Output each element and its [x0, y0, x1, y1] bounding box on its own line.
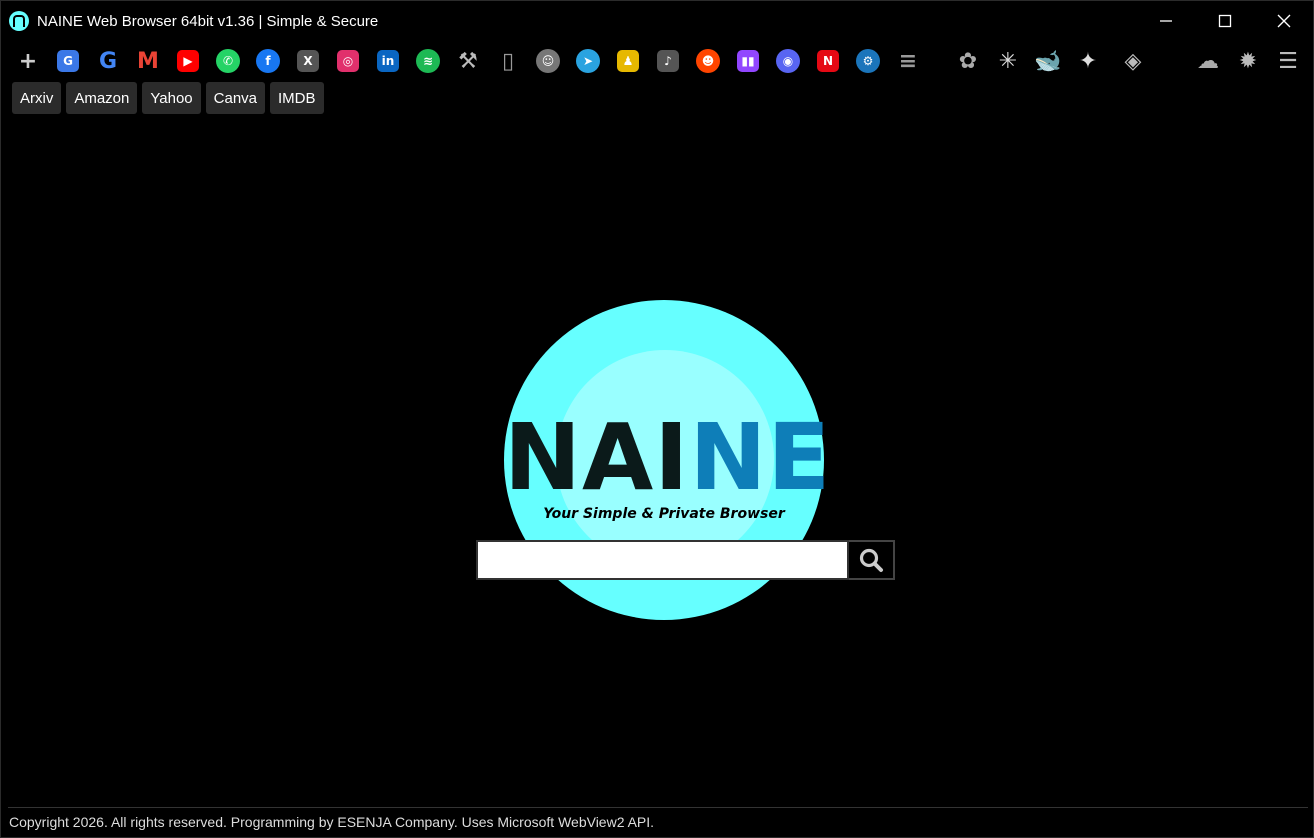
- menu-hamburger-icon[interactable]: ☰: [1274, 47, 1302, 75]
- steam-glyph: ⚙: [856, 49, 880, 73]
- copilot-glyph: ◈: [1124, 48, 1142, 74]
- shortcut-toolbar: + G G M ▶ ✆ f X ◎ in ≋ ⚒ ▯ ☺ ➤ ♟ ♪ ☻ ▮▮ ◉ N ⚙ ≡ ✿ ✳ 🐋 ✦ ◈ ☁ ✹ ☰: [9, 43, 1307, 81]
- minimize-icon: [1159, 20, 1172, 22]
- telegram-glyph: ➤: [576, 49, 600, 73]
- gemini-icon[interactable]: ✦: [1074, 47, 1102, 75]
- search-button[interactable]: [849, 540, 895, 580]
- spotify-icon[interactable]: ≋: [414, 47, 442, 75]
- title-bar: NAINE Web Browser 64bit v1.36 | Simple &…: [1, 1, 1313, 41]
- tools-hammer-icon[interactable]: ⚒: [454, 47, 482, 75]
- logo-word-dark: NAI: [504, 404, 690, 511]
- proxy-server-glyph: ≡: [898, 48, 918, 74]
- download-cloud-icon[interactable]: ☁: [1194, 47, 1222, 75]
- snapchat-glyph: ♟: [617, 50, 639, 72]
- logo-tagline: Your Simple & Private Browser: [543, 506, 785, 522]
- google-translate-glyph: G: [57, 50, 79, 72]
- add-tab-glyph: +: [18, 48, 38, 74]
- facebook-glyph: f: [256, 49, 280, 73]
- google-icon[interactable]: G: [94, 47, 122, 75]
- logo-wordmark: NAINE: [504, 412, 830, 504]
- mobile-phone-glyph: ▯: [501, 48, 515, 74]
- deepseek-glyph: 🐋: [1034, 48, 1062, 74]
- discord-glyph: ◉: [776, 49, 800, 73]
- bookmark-imdb[interactable]: IMDB: [270, 82, 324, 114]
- bookmarks-bar: Arxiv Amazon Yahoo Canva IMDB: [12, 82, 324, 114]
- linkedin-glyph: in: [377, 50, 399, 72]
- bookmark-arxiv[interactable]: Arxiv: [12, 82, 62, 114]
- facebook-icon[interactable]: f: [254, 47, 282, 75]
- whatsapp-glyph: ✆: [216, 49, 240, 73]
- claude-glyph: ✳: [998, 48, 1018, 74]
- tiktok-icon[interactable]: ♪: [654, 47, 682, 75]
- google-translate-icon[interactable]: G: [54, 47, 82, 75]
- search-box: [476, 540, 895, 580]
- maximize-icon: [1218, 14, 1231, 28]
- menu-hamburger-glyph: ☰: [1278, 48, 1298, 74]
- discord-icon[interactable]: ◉: [774, 47, 802, 75]
- settings-gear-glyph: ✹: [1238, 48, 1258, 74]
- spotify-glyph: ≋: [416, 49, 440, 73]
- instagram-icon[interactable]: ◎: [334, 47, 362, 75]
- snapchat-icon[interactable]: ♟: [614, 47, 642, 75]
- whatsapp-icon[interactable]: ✆: [214, 47, 242, 75]
- x-twitter-icon[interactable]: X: [294, 47, 322, 75]
- browser-window: NAINE Web Browser 64bit v1.36 | Simple &…: [0, 0, 1314, 838]
- logo-word-blue: NE: [689, 404, 832, 511]
- chatgpt-icon[interactable]: ✿: [954, 47, 982, 75]
- search-icon: [859, 548, 883, 572]
- netflix-icon[interactable]: N: [814, 47, 842, 75]
- gemini-glyph: ✦: [1078, 48, 1098, 74]
- search-input[interactable]: [476, 540, 849, 580]
- download-cloud-glyph: ☁: [1197, 48, 1219, 74]
- chatgpt-glyph: ✿: [958, 48, 978, 74]
- tools-hammer-glyph: ⚒: [458, 48, 478, 74]
- footer-copyright: Copyright 2026. All rights reserved. Pro…: [9, 814, 655, 830]
- window-title: NAINE Web Browser 64bit v1.36 | Simple &…: [37, 12, 379, 30]
- google-glyph: G: [98, 48, 118, 74]
- twitch-icon[interactable]: ▮▮: [734, 47, 762, 75]
- copilot-icon[interactable]: ◈: [1119, 47, 1147, 75]
- mobile-phone-icon[interactable]: ▯: [494, 47, 522, 75]
- gmail-icon[interactable]: M: [134, 47, 162, 75]
- reddit-glyph: ☻: [696, 49, 720, 73]
- add-tab-icon[interactable]: +: [14, 47, 42, 75]
- github-glyph: ☺: [536, 49, 560, 73]
- app-logo-icon: [9, 11, 29, 31]
- minimize-button[interactable]: [1136, 1, 1195, 41]
- netflix-glyph: N: [817, 50, 839, 72]
- youtube-icon[interactable]: ▶: [174, 47, 202, 75]
- instagram-glyph: ◎: [337, 50, 359, 72]
- github-icon[interactable]: ☺: [534, 47, 562, 75]
- claude-icon[interactable]: ✳: [994, 47, 1022, 75]
- reddit-icon[interactable]: ☻: [694, 47, 722, 75]
- status-footer: Copyright 2026. All rights reserved. Pro…: [8, 807, 1308, 836]
- gmail-glyph: M: [137, 48, 159, 74]
- youtube-glyph: ▶: [177, 50, 199, 72]
- maximize-button[interactable]: [1195, 1, 1254, 41]
- bookmark-canva[interactable]: Canva: [205, 82, 265, 114]
- telegram-icon[interactable]: ➤: [574, 47, 602, 75]
- steam-icon[interactable]: ⚙: [854, 47, 882, 75]
- proxy-server-icon[interactable]: ≡: [894, 47, 922, 75]
- linkedin-icon[interactable]: in: [374, 47, 402, 75]
- settings-gear-icon[interactable]: ✹: [1234, 47, 1262, 75]
- deepseek-icon[interactable]: 🐋: [1034, 47, 1062, 75]
- window-controls: [1136, 1, 1313, 41]
- twitch-glyph: ▮▮: [737, 50, 759, 72]
- x-twitter-glyph: X: [297, 50, 319, 72]
- bookmark-amazon[interactable]: Amazon: [66, 82, 138, 114]
- bookmark-yahoo[interactable]: Yahoo: [142, 82, 201, 114]
- tiktok-glyph: ♪: [657, 50, 679, 72]
- close-button[interactable]: [1254, 1, 1313, 41]
- close-icon: [1277, 14, 1290, 28]
